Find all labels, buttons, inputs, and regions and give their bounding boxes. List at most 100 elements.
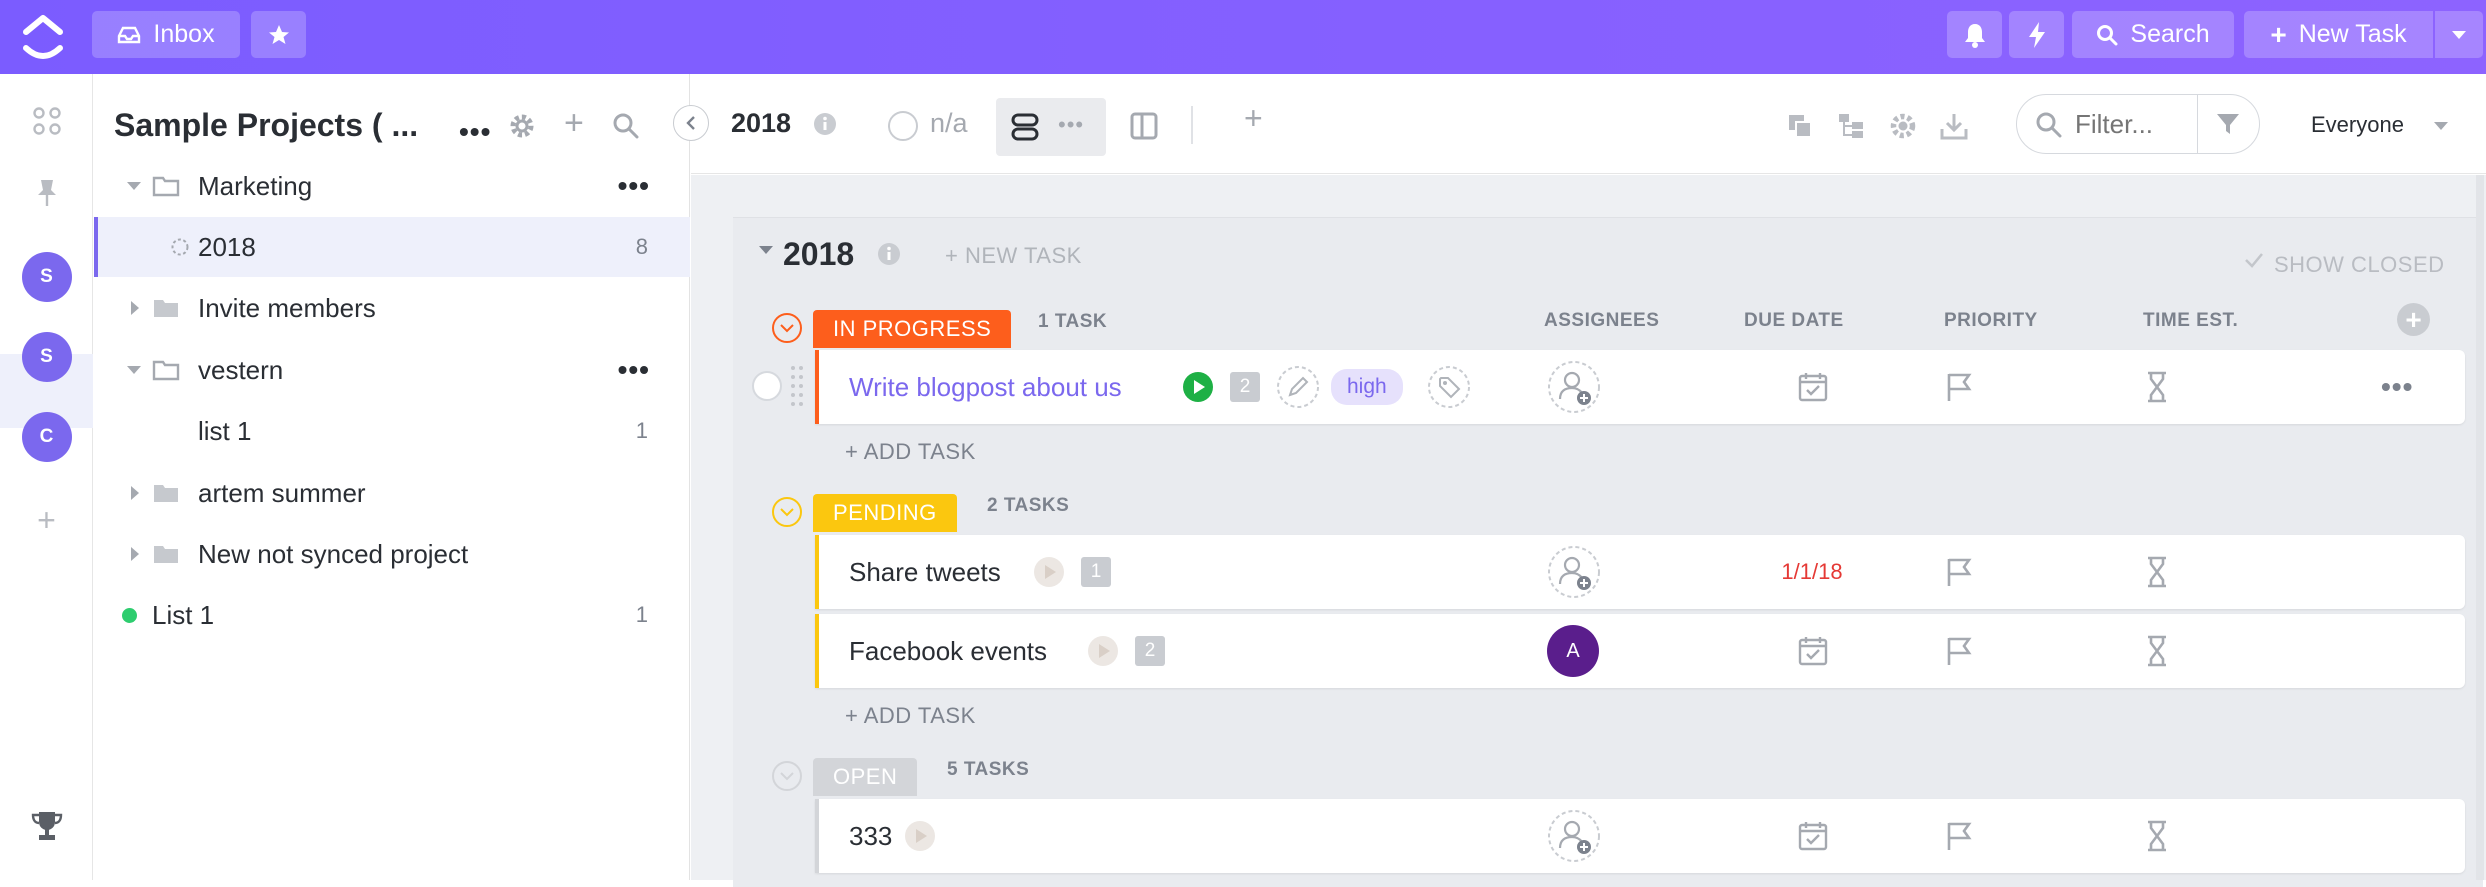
new-task-link[interactable]: + NEW TASK: [945, 243, 1082, 269]
hierarchy-icon[interactable]: [1837, 112, 1865, 140]
subtask-count[interactable]: 2: [1230, 350, 1260, 424]
time-estimate-hourglass-icon[interactable]: [2145, 614, 2169, 688]
tag-high[interactable]: high: [1331, 350, 1403, 424]
due-date-calendar-icon[interactable]: [1797, 350, 1829, 424]
task-row[interactable]: 333: [815, 799, 2465, 873]
info-icon[interactable]: [813, 112, 837, 136]
everyone-dropdown-label[interactable]: Everyone: [2311, 112, 2404, 138]
collapse-group-chevron-icon[interactable]: [772, 497, 802, 527]
task-row[interactable]: Facebook events 2 A: [815, 614, 2465, 688]
due-date-value[interactable]: 1/1/18: [1764, 535, 1860, 609]
edit-pencil-icon[interactable]: [1276, 350, 1320, 424]
priority-flag-icon[interactable]: [1945, 614, 1973, 688]
assignee-avatar[interactable]: A: [1547, 614, 1599, 688]
trophy-icon[interactable]: [0, 810, 93, 842]
time-estimate-hourglass-icon[interactable]: [2145, 799, 2169, 873]
more-icon[interactable]: •••: [618, 170, 650, 202]
add-column-button[interactable]: +: [2397, 303, 2430, 336]
quick-actions-button[interactable]: [2009, 11, 2064, 58]
collapse-sidebar-button[interactable]: [673, 105, 709, 141]
funnel-icon[interactable]: [2215, 111, 2241, 137]
project-title[interactable]: Sample Projects ( ...: [114, 107, 418, 144]
add-task-link[interactable]: + ADD TASK: [845, 439, 976, 465]
due-date-calendar-icon[interactable]: [1797, 614, 1829, 688]
task-name[interactable]: Share tweets: [849, 535, 1001, 609]
show-closed-toggle[interactable]: SHOW CLOSED: [2274, 252, 2445, 278]
column-header-priority[interactable]: PRIORITY: [1944, 310, 2038, 332]
space-avatar-s1[interactable]: S: [0, 252, 93, 302]
list-view-button[interactable]: •••: [996, 98, 1106, 156]
add-assignee-icon[interactable]: [1547, 350, 1601, 424]
sidebar-item-list-1[interactable]: list 1 1: [94, 401, 690, 461]
new-task-dropdown-button[interactable]: [2435, 11, 2483, 58]
vertical-scrollbar[interactable]: [2476, 175, 2484, 880]
sidebar-item-vestern[interactable]: vestern •••: [94, 340, 690, 400]
priority-flag-icon[interactable]: [1945, 350, 1973, 424]
priority-flag-icon[interactable]: [1945, 535, 1973, 609]
priority-flag-icon[interactable]: [1945, 799, 1973, 873]
status-circle-icon[interactable]: [888, 111, 918, 141]
task-name[interactable]: Facebook events: [849, 614, 1047, 688]
filter-input[interactable]: [2075, 107, 2193, 141]
project-more-icon[interactable]: •••: [459, 116, 491, 148]
sidebar-item-invite-members[interactable]: Invite members: [94, 278, 690, 338]
dashboard-grid-icon[interactable]: [0, 106, 93, 136]
add-icon[interactable]: +: [564, 104, 584, 143]
gear-icon[interactable]: [508, 112, 536, 140]
time-estimate-hourglass-icon[interactable]: [2145, 535, 2169, 609]
sidebar-item-marketing[interactable]: Marketing •••: [94, 156, 690, 216]
time-estimate-hourglass-icon[interactable]: [2145, 350, 2169, 424]
favorites-button[interactable]: [251, 11, 306, 58]
space-avatar-c[interactable]: C: [0, 412, 93, 462]
caret-down-icon[interactable]: [2433, 121, 2449, 131]
search-icon[interactable]: [612, 112, 640, 140]
collapse-group-chevron-icon[interactable]: [772, 313, 802, 343]
caret-down-icon: [126, 181, 142, 191]
add-view-icon[interactable]: +: [1244, 100, 1263, 137]
select-task-checkbox[interactable]: [752, 371, 782, 401]
due-date-calendar-icon[interactable]: [1797, 799, 1829, 873]
task-more-icon[interactable]: •••: [2381, 350, 2413, 424]
play-timer-icon[interactable]: [1182, 350, 1214, 424]
play-timer-icon[interactable]: [1033, 535, 1065, 609]
settings-icon[interactable]: [1888, 111, 1918, 141]
play-timer-icon[interactable]: [904, 799, 936, 873]
play-timer-icon[interactable]: [1087, 614, 1119, 688]
copy-icon[interactable]: [1786, 112, 1814, 140]
pin-icon[interactable]: [0, 178, 93, 208]
status-pill-open[interactable]: OPEN: [813, 758, 918, 796]
sidebar-item-new-not-synced-project[interactable]: New not synced project: [94, 524, 690, 584]
sidebar-item-2018[interactable]: 2018 8: [94, 217, 690, 277]
status-pill-in-progress[interactable]: IN PROGRESS: [813, 310, 1012, 348]
add-space-icon[interactable]: +: [0, 502, 93, 539]
notifications-button[interactable]: [1947, 11, 2002, 58]
add-assignee-icon[interactable]: [1547, 535, 1601, 609]
more-icon[interactable]: •••: [618, 354, 650, 386]
task-row[interactable]: Share tweets 1 1/1/18: [815, 535, 2465, 609]
group-collapse-caret-icon[interactable]: [758, 245, 774, 255]
subtask-count[interactable]: 1: [1081, 535, 1111, 609]
add-assignee-icon[interactable]: [1547, 799, 1601, 873]
add-tag-icon[interactable]: [1427, 350, 1471, 424]
column-header-time-est[interactable]: TIME EST.: [2143, 310, 2238, 332]
sidebar-item-list-1-root[interactable]: List 1 1: [94, 585, 690, 645]
collapse-group-chevron-icon[interactable]: [772, 761, 802, 791]
column-header-due-date[interactable]: DUE DATE: [1744, 310, 1844, 332]
clickup-logo-icon[interactable]: [18, 12, 68, 62]
info-icon[interactable]: [877, 242, 901, 266]
drag-handle-icon[interactable]: [790, 364, 804, 410]
task-row[interactable]: Write blogpost about us 2 high •••: [815, 350, 2465, 424]
add-task-link[interactable]: + ADD TASK: [845, 703, 976, 729]
space-avatar-s2[interactable]: S: [0, 332, 93, 382]
column-header-assignees[interactable]: ASSIGNEES: [1544, 310, 1659, 332]
task-name[interactable]: 333: [849, 799, 892, 873]
subtask-count[interactable]: 2: [1135, 614, 1165, 688]
sidebar-item-artem-summer[interactable]: artem summer: [94, 463, 690, 523]
board-view-icon[interactable]: [1129, 111, 1159, 141]
download-icon[interactable]: [1939, 111, 1969, 141]
status-pill-pending[interactable]: PENDING: [813, 494, 957, 532]
new-task-button[interactable]: + New Task: [2244, 11, 2433, 58]
inbox-button[interactable]: Inbox: [92, 11, 240, 58]
search-button[interactable]: Search: [2072, 11, 2234, 58]
task-name[interactable]: Write blogpost about us: [849, 350, 1122, 424]
